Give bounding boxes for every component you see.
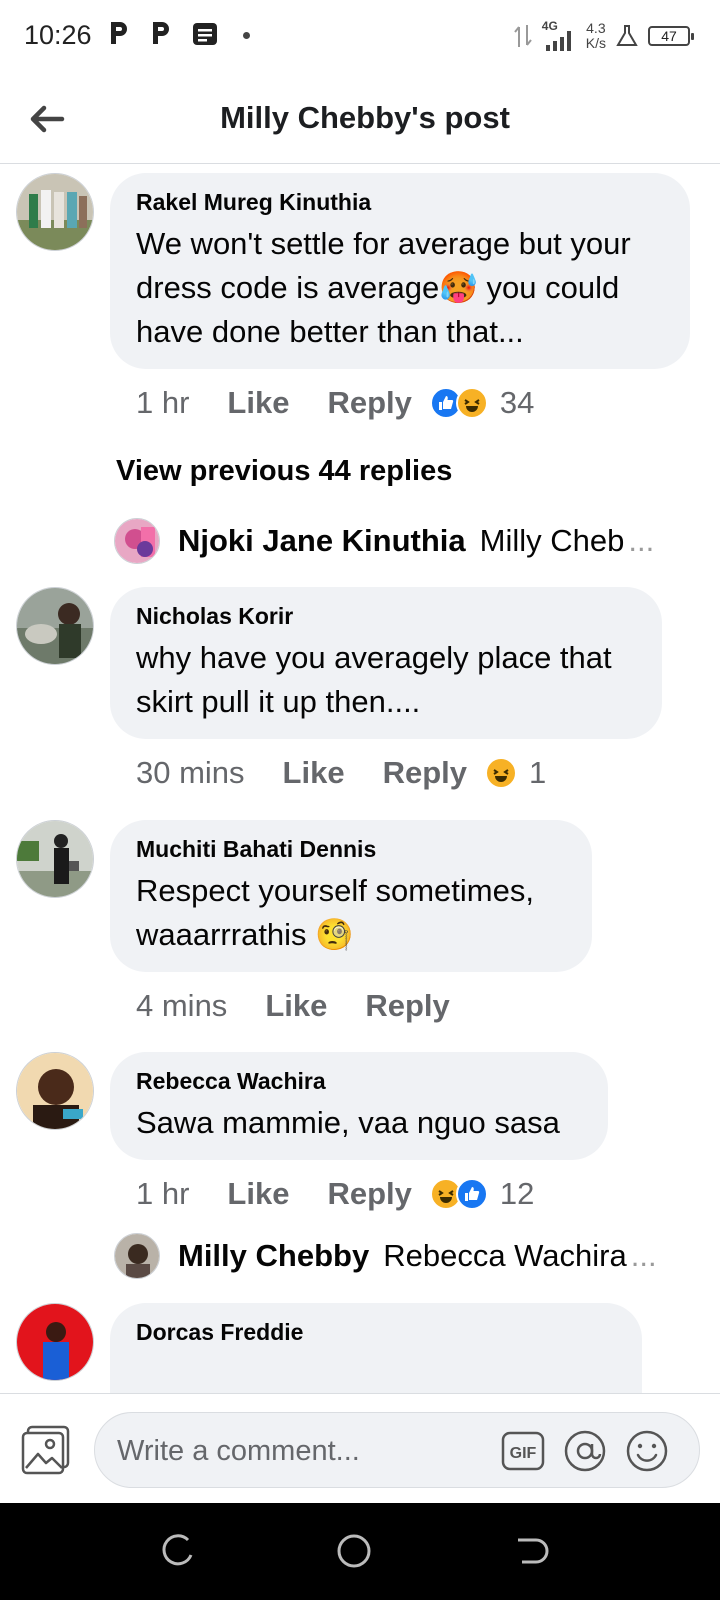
- battery-level: 47: [661, 28, 677, 44]
- like-button[interactable]: Like: [265, 988, 327, 1024]
- comment-actions: 1 hr Like Reply 34: [136, 383, 534, 423]
- comment-text: skirt pull it up then....: [136, 684, 421, 719]
- parking-notification-icon: [111, 22, 127, 44]
- comment-text: why have you averagely place that: [136, 640, 612, 675]
- comment-author[interactable]: Rakel Mureg Kinuthia: [136, 189, 664, 216]
- avatar[interactable]: [16, 1052, 94, 1130]
- status-time: 10:26: [24, 20, 92, 50]
- reactions[interactable]: [429, 387, 488, 419]
- speed-value: 4.3: [586, 20, 606, 36]
- comment-composer: GIF: [0, 1393, 720, 1503]
- comment-time: 4 mins: [136, 988, 228, 1023]
- comment-author[interactable]: Nicholas Korir: [136, 603, 636, 630]
- comment-author[interactable]: Rebecca Wachira: [136, 1068, 582, 1095]
- comment-author[interactable]: Dorcas Freddie: [136, 1319, 616, 1346]
- reply-ellipsis: ...: [630, 1238, 657, 1273]
- reply-button[interactable]: Reply: [327, 1176, 411, 1212]
- back-nav-icon[interactable]: [510, 1531, 550, 1571]
- signal-icon: 4G: [542, 19, 576, 51]
- comment-bubble[interactable]: Dorcas Freddie: [110, 1303, 642, 1393]
- gif-button[interactable]: GIF: [501, 1429, 545, 1473]
- comment-bubble[interactable]: Muchiti Bahati Dennis Respect yourself s…: [110, 820, 592, 972]
- home-icon[interactable]: [334, 1531, 374, 1571]
- view-previous-replies-link[interactable]: View previous 44 replies: [116, 455, 452, 488]
- reaction-count: 34: [499, 385, 535, 420]
- comment-input[interactable]: [117, 1427, 497, 1475]
- comment-text: Respect yourself sometimes,: [136, 873, 534, 908]
- like-button[interactable]: Like: [227, 385, 289, 421]
- reply-button[interactable]: Reply: [327, 385, 411, 421]
- flask-icon: [616, 25, 638, 46]
- reply-text: Rebecca Wachira: [383, 1238, 627, 1273]
- comment-text: Sawa mammie, vaa nguo sasa: [136, 1105, 560, 1140]
- like-reaction-icon: [455, 1178, 488, 1210]
- reply-button[interactable]: Reply: [383, 755, 467, 791]
- comment-author[interactable]: Muchiti Bahati Dennis: [136, 836, 566, 863]
- avatar[interactable]: [16, 173, 94, 251]
- avatar[interactable]: [114, 1233, 160, 1279]
- message-notification-icon: [193, 23, 217, 45]
- reply-preview[interactable]: Njoki Jane Kinuthia Milly Cheb ...: [114, 516, 674, 566]
- comment-bubble[interactable]: Rebecca Wachira Sawa mammie, vaa nguo sa…: [110, 1052, 608, 1160]
- haha-reaction-icon: [485, 757, 517, 789]
- reply-text: Milly Cheb: [479, 523, 625, 558]
- avatar[interactable]: [16, 587, 94, 665]
- gif-label: GIF: [510, 1445, 537, 1462]
- comment-actions: 4 mins Like Reply: [136, 986, 488, 1026]
- comments-list[interactable]: Rakel Mureg Kinuthia We won't settle for…: [0, 165, 720, 1393]
- comment-time: 1 hr: [136, 385, 190, 420]
- comment-input-field[interactable]: GIF: [94, 1412, 700, 1488]
- data-transfer-icon: [513, 25, 532, 47]
- photo-icon[interactable]: [20, 1424, 72, 1476]
- page-title: Milly Chebby's post: [220, 100, 510, 135]
- comment-bubble[interactable]: Rakel Mureg Kinuthia We won't settle for…: [110, 173, 690, 369]
- battery-icon: 47: [648, 26, 694, 46]
- reply-ellipsis: ...: [628, 523, 655, 558]
- more-notifications-dot-icon: [243, 32, 250, 39]
- haha-reaction-icon: [455, 387, 488, 419]
- mention-icon[interactable]: [563, 1429, 607, 1473]
- reply-button[interactable]: Reply: [365, 988, 449, 1024]
- comment-actions: 30 mins Like Reply 1: [136, 753, 546, 793]
- reactions[interactable]: [485, 757, 517, 789]
- comment-bubble[interactable]: Nicholas Korir why have you averagely pl…: [110, 587, 662, 739]
- like-button[interactable]: Like: [227, 1176, 289, 1212]
- status-bar: 10:26 4G 4.3 K/s 47: [0, 0, 720, 72]
- avatar[interactable]: [16, 820, 94, 898]
- reply-preview[interactable]: Milly Chebby Rebecca Wachira ...: [114, 1231, 674, 1281]
- system-navigation-bar: [0, 1503, 720, 1600]
- emoji-icon[interactable]: [625, 1429, 669, 1473]
- recent-apps-icon[interactable]: [158, 1531, 198, 1571]
- comment-text: dress code is average🥵 you could: [136, 270, 620, 305]
- comment-text: waaarrrathis 🧐: [136, 917, 354, 952]
- avatar[interactable]: [114, 518, 160, 564]
- speed-unit: K/s: [585, 35, 606, 51]
- reaction-count: 1: [529, 755, 547, 790]
- reaction-count: 12: [499, 1176, 535, 1211]
- post-header: Milly Chebby's post: [0, 72, 720, 164]
- like-button[interactable]: Like: [283, 755, 345, 791]
- comment-text: have done better than that...: [136, 314, 524, 349]
- network-speed: 4.3 K/s: [586, 21, 606, 51]
- comment-time: 1 hr: [136, 1176, 190, 1211]
- comment-actions: 1 hr Like Reply 12: [136, 1174, 534, 1214]
- comment-text: We won't settle for average but your: [136, 226, 631, 261]
- reply-author[interactable]: Milly Chebby: [178, 1238, 369, 1274]
- status-icons: 4G 4.3 K/s 47: [513, 18, 694, 54]
- parking-notification-icon: [153, 22, 169, 44]
- reply-author[interactable]: Njoki Jane Kinuthia: [178, 523, 466, 559]
- reactions[interactable]: [429, 1178, 488, 1210]
- comment-time: 30 mins: [136, 755, 245, 790]
- avatar[interactable]: [16, 1303, 94, 1381]
